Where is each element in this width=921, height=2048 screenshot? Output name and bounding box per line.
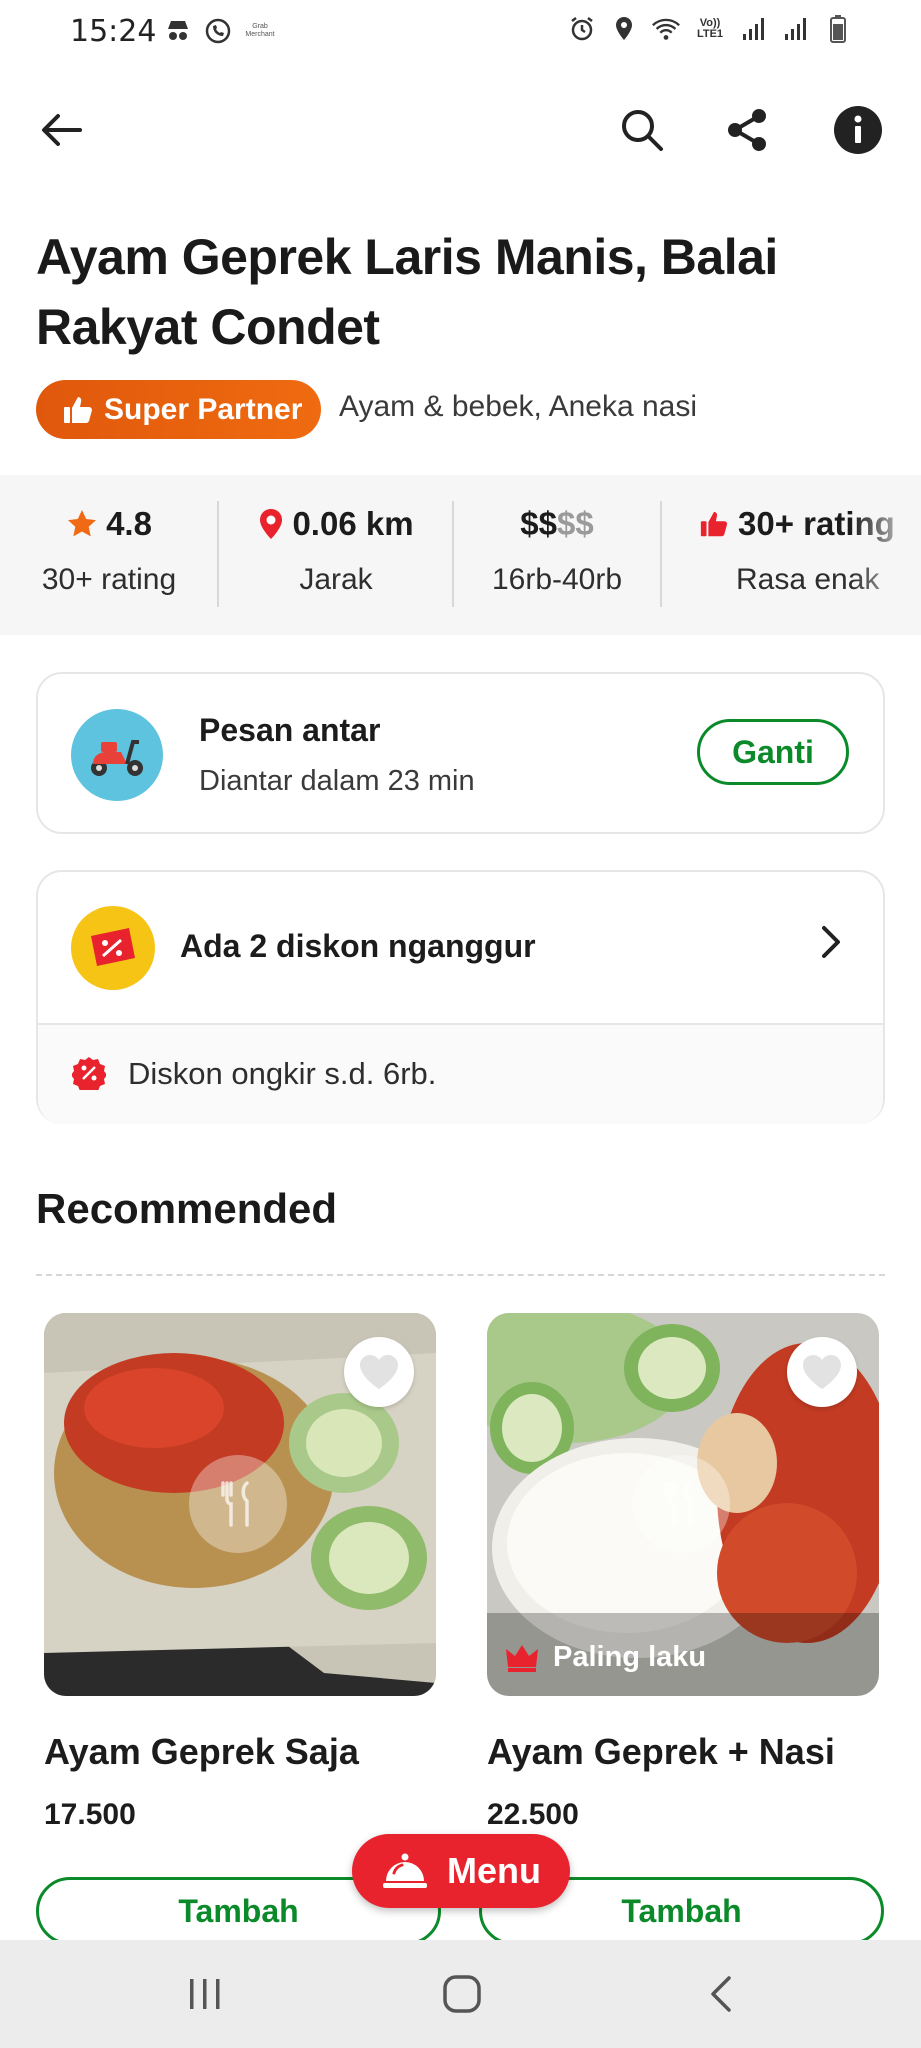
section-title-recommended: Recommended <box>36 1185 338 1232</box>
thumbs-up-icon <box>700 511 728 537</box>
favorite-button[interactable] <box>787 1337 857 1407</box>
share-button[interactable] <box>716 98 780 162</box>
scooter-icon <box>71 709 163 801</box>
bestseller-badge: Paling laku <box>505 1641 706 1674</box>
dashed-divider <box>36 1274 885 1276</box>
status-time: 15:24 <box>70 14 157 49</box>
product-image: Paling laku <box>487 1313 879 1696</box>
home-icon <box>443 1975 481 2013</box>
change-delivery-button[interactable]: Ganti <box>697 719 849 785</box>
back-button[interactable] <box>30 98 94 162</box>
search-button[interactable] <box>610 98 674 162</box>
product-price: 22.500 <box>487 1798 579 1831</box>
product-price: 17.500 <box>44 1798 136 1831</box>
menu-button[interactable]: Menu <box>352 1834 570 1908</box>
chevron-left-icon <box>711 1976 731 2012</box>
discount-title: Ada 2 diskon nganggur <box>180 928 536 964</box>
scroll-fade <box>851 475 921 635</box>
super-partner-label: Super Partner <box>104 392 303 426</box>
incognito-icon <box>163 16 193 46</box>
signal-icon <box>739 14 769 44</box>
cuisine-tags: Ayam & bebek, Aneka nasi <box>339 390 698 423</box>
super-partner-badge: Super Partner <box>36 380 321 439</box>
discount-card[interactable]: Ada 2 diskon nganggur Diskon ongkir s.d.… <box>36 870 885 1124</box>
fork-knife-icon <box>632 1455 730 1553</box>
signal-icon <box>781 14 811 44</box>
percent-badge-icon <box>71 1056 107 1095</box>
stat-divider <box>660 501 662 607</box>
star-icon <box>68 510 97 537</box>
location-icon <box>609 14 639 44</box>
battery-icon <box>823 14 853 44</box>
whatsapp-icon <box>203 16 233 46</box>
stats-strip[interactable]: 4.8 30+ rating 0.06 km Jarak $$ $$ 16rb-4… <box>0 475 921 635</box>
crown-icon <box>506 1644 538 1672</box>
system-nav-bar <box>0 1940 921 2048</box>
product-name: Ayam Geprek + Nasi <box>487 1731 835 1772</box>
info-button[interactable] <box>826 98 890 162</box>
top-app-bar <box>0 90 921 170</box>
alarm-icon <box>567 14 597 44</box>
stat-distance: 0.06 km Jarak <box>231 475 441 635</box>
restaurant-title: Ayam Geprek Laris Manis, Balai Rakyat Co… <box>36 229 778 355</box>
stat-price: $$ $$ 16rb-40rb <box>491 505 623 596</box>
wifi-icon <box>651 14 681 44</box>
chevron-right-icon <box>819 924 843 965</box>
thumbs-up-icon <box>64 396 92 423</box>
recent-apps-button[interactable] <box>160 1964 250 2024</box>
search-icon <box>622 110 663 151</box>
back-nav-button[interactable] <box>676 1964 766 2024</box>
share-icon <box>728 109 766 151</box>
fork-knife-icon <box>189 1455 287 1553</box>
voucher-icon <box>71 906 155 990</box>
heart-icon <box>803 1355 841 1389</box>
info-icon <box>834 106 882 154</box>
product-name: Ayam Geprek Saja <box>44 1731 359 1772</box>
delivery-eta: Diantar dalam 23 min <box>199 765 475 797</box>
home-button[interactable] <box>417 1964 507 2024</box>
favorite-button[interactable] <box>344 1337 414 1407</box>
status-bar: 15:24 Grab Merchant Vo)) LTE1 <box>0 0 921 66</box>
grab-merchant-icon: Grab Merchant <box>245 23 275 38</box>
app-screen: 15:24 Grab Merchant Vo)) LTE1 Ayam Gepre… <box>0 0 921 2048</box>
heart-icon <box>360 1355 398 1389</box>
recent-apps-icon <box>190 1979 220 2009</box>
discount-detail-row: Diskon ongkir s.d. 6rb. <box>38 1025 883 1124</box>
product-image <box>44 1313 436 1696</box>
delivery-card: Pesan antar Diantar dalam 23 min Ganti <box>36 672 885 834</box>
location-pin-icon <box>260 509 283 539</box>
delivery-title: Pesan antar <box>199 712 381 748</box>
arrow-left-icon <box>42 114 82 146</box>
cloche-icon <box>383 1853 427 1888</box>
volte-icon: Vo)) LTE1 <box>696 17 724 40</box>
stat-divider <box>217 501 219 607</box>
discount-subtitle: Diskon ongkir s.d. 6rb. <box>128 1056 437 1091</box>
stat-rating: 4.8 30+ rating <box>41 505 177 596</box>
